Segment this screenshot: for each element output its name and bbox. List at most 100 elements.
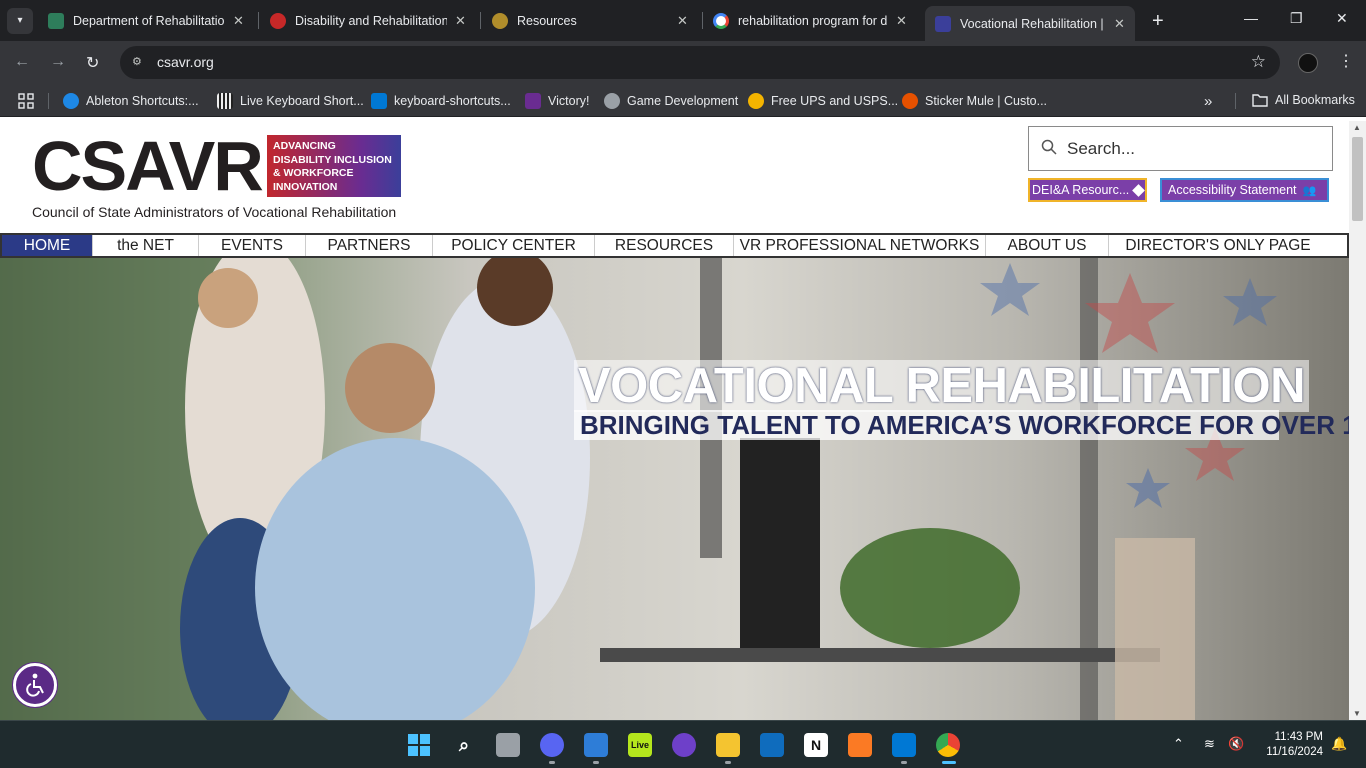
restore-icon[interactable]: ❐	[1290, 10, 1303, 27]
dei-resources-button[interactable]: DEI&A Resourc...	[1028, 178, 1147, 202]
close-tab-icon[interactable]: ✕	[455, 13, 466, 29]
discord-icon[interactable]	[540, 733, 564, 757]
tab-disability-rehab[interactable]: Disability and Rehabilitation ✕	[270, 6, 466, 35]
close-tab-icon[interactable]: ✕	[233, 13, 244, 29]
hero-banner: VOCATIONAL REHABILITATION BRINGING TALEN…	[0, 258, 1349, 720]
back-icon[interactable]: ←	[14, 53, 30, 71]
bookmark-victory[interactable]: Victory!	[525, 93, 589, 109]
tab-title: Vocational Rehabilitation | C	[960, 16, 1106, 31]
hero-photo	[0, 258, 1277, 720]
apps-grid-icon[interactable]	[18, 93, 34, 109]
site-info-icon[interactable]: ⚙	[132, 55, 146, 69]
nav-directors-only[interactable]: DIRECTOR'S ONLY PAGE	[1109, 235, 1327, 256]
scrollbar-thumb[interactable]	[1352, 137, 1363, 221]
new-tab-button[interactable]: +	[1152, 10, 1164, 33]
tab-divider	[702, 12, 703, 29]
close-tab-icon[interactable]: ✕	[1114, 16, 1125, 32]
bookmark-game-dev[interactable]: Game Development	[604, 93, 738, 109]
close-window-icon[interactable]: ✕	[1336, 10, 1348, 27]
nav-resources[interactable]: RESOURCES	[595, 235, 734, 256]
hero-title: VOCATIONAL REHABILITATION	[574, 360, 1309, 412]
wheelchair-icon	[26, 673, 44, 697]
tab-vocational-rehab[interactable]: Vocational Rehabilitation | C ✕	[925, 6, 1135, 41]
close-tab-icon[interactable]: ✕	[677, 13, 688, 29]
bookmark-favicon	[217, 93, 233, 109]
xampp-icon[interactable]	[848, 733, 872, 757]
bookmark-label: Free UPS and USPS...	[771, 94, 899, 108]
accessibility-statement-button[interactable]: Accessibility Statement 👥	[1160, 178, 1329, 202]
notification-bell-icon[interactable]: 🔔	[1331, 736, 1347, 752]
nav-vr-professional-networks[interactable]: VR PROFESSIONAL NETWORKS	[734, 235, 986, 256]
bookmark-favicon	[748, 93, 764, 109]
wifi-icon[interactable]: ≋	[1204, 736, 1215, 752]
diamond-icon	[1132, 183, 1145, 197]
notion-icon[interactable]: N	[804, 733, 828, 757]
scroll-up-icon[interactable]: ▲	[1353, 123, 1361, 132]
reload-icon[interactable]: ↻	[86, 53, 99, 73]
taskbar-search-icon[interactable]: ⌕	[452, 733, 476, 757]
nav-about-us[interactable]: ABOUT US	[986, 235, 1109, 256]
nav-events[interactable]: EVENTS	[199, 235, 306, 256]
bookmark-live-keyboard[interactable]: Live Keyboard Short...	[217, 93, 364, 109]
forward-icon[interactable]: →	[50, 53, 66, 71]
hero-subtitle: BRINGING TALENT TO AMERICA’S WORKFORCE F…	[574, 410, 1349, 440]
tab-strip: ▾ Department of Rehabilitation ✕ Disabil…	[0, 0, 1366, 41]
address-bar[interactable]: ⚙ csavr.org ☆	[120, 46, 1280, 79]
tab-department-rehab[interactable]: Department of Rehabilitation ✕	[48, 6, 244, 35]
page-scrollbar[interactable]: ▲ ▼	[1349, 121, 1366, 720]
site-search[interactable]	[1028, 126, 1333, 171]
tab-title: rehabilitation program for d	[738, 13, 888, 28]
vscode-icon	[371, 93, 387, 109]
tab-favicon	[935, 15, 951, 32]
url-text[interactable]: csavr.org	[157, 54, 214, 70]
google-icon	[713, 12, 729, 29]
bookmark-keyboard-shortcuts[interactable]: keyboard-shortcuts...	[371, 93, 511, 109]
outlook-icon[interactable]	[760, 733, 784, 757]
scroll-down-icon[interactable]: ▼	[1353, 709, 1361, 718]
minimize-icon[interactable]: —	[1244, 10, 1258, 26]
tab-favicon	[492, 12, 508, 29]
bookmark-label: Sticker Mule | Custo...	[925, 94, 1048, 108]
running-indicator	[725, 761, 731, 764]
file-explorer-icon[interactable]	[716, 733, 740, 757]
profile-avatar[interactable]	[1298, 53, 1318, 73]
windows-start-icon[interactable]	[407, 733, 431, 757]
system-clock[interactable]: 11:43 PM 11/16/2024	[1255, 730, 1323, 760]
vscode-icon[interactable]	[892, 733, 916, 757]
main-nav: HOME the NET EVENTS PARTNERS POLICY CENT…	[0, 233, 1349, 258]
nav-the-net[interactable]: the NET	[93, 235, 199, 256]
more-menu-icon[interactable]: ⋮	[1338, 51, 1354, 71]
tab-title: Department of Rehabilitation	[73, 13, 225, 28]
all-bookmarks-folder[interactable]: All Bookmarks	[1252, 93, 1355, 107]
show-hidden-icons[interactable]: ⌃	[1173, 736, 1184, 752]
github-desktop-icon[interactable]	[672, 733, 696, 757]
nav-home[interactable]: HOME	[2, 235, 93, 256]
csavr-logo[interactable]: CSAVR	[32, 131, 264, 201]
tab-google-search[interactable]: rehabilitation program for d ✕	[713, 6, 907, 35]
more-bookmarks-icon[interactable]: »	[1204, 93, 1212, 110]
task-view-icon[interactable]	[496, 733, 520, 757]
bookmark-free-ups[interactable]: Free UPS and USPS...	[748, 93, 898, 109]
bookmark-ableton[interactable]: Ableton Shortcuts:...	[63, 93, 199, 109]
accessibility-button-label: Accessibility Statement	[1168, 183, 1297, 197]
logo-tagline-line: INNOVATION	[273, 180, 338, 193]
tab-favicon	[270, 12, 286, 29]
bookmark-label: Ableton Shortcuts:...	[86, 94, 199, 108]
tab-search-button[interactable]: ▾	[7, 7, 33, 34]
bookmark-label: All Bookmarks	[1275, 93, 1355, 107]
globe-icon	[604, 93, 620, 109]
chrome-icon[interactable]	[936, 733, 960, 757]
bookmark-label: Game Development	[627, 94, 739, 108]
nav-policy-center[interactable]: POLICY CENTER	[433, 235, 595, 256]
close-tab-icon[interactable]: ✕	[896, 13, 907, 29]
notepad-icon[interactable]	[584, 733, 608, 757]
bookmark-star-icon[interactable]: ☆	[1251, 52, 1266, 72]
ableton-live-icon[interactable]: Live	[628, 733, 652, 757]
nav-partners[interactable]: PARTNERS	[306, 235, 433, 256]
tab-resources[interactable]: Resources ✕	[492, 6, 688, 35]
search-input[interactable]	[1067, 136, 1322, 162]
bookmark-sticker-mule[interactable]: Sticker Mule | Custo...	[902, 93, 1047, 109]
volume-muted-icon[interactable]: 🔇	[1228, 736, 1244, 752]
accessibility-widget-button[interactable]	[13, 663, 57, 707]
logo-tagline-line: ADVANCING	[273, 140, 336, 152]
